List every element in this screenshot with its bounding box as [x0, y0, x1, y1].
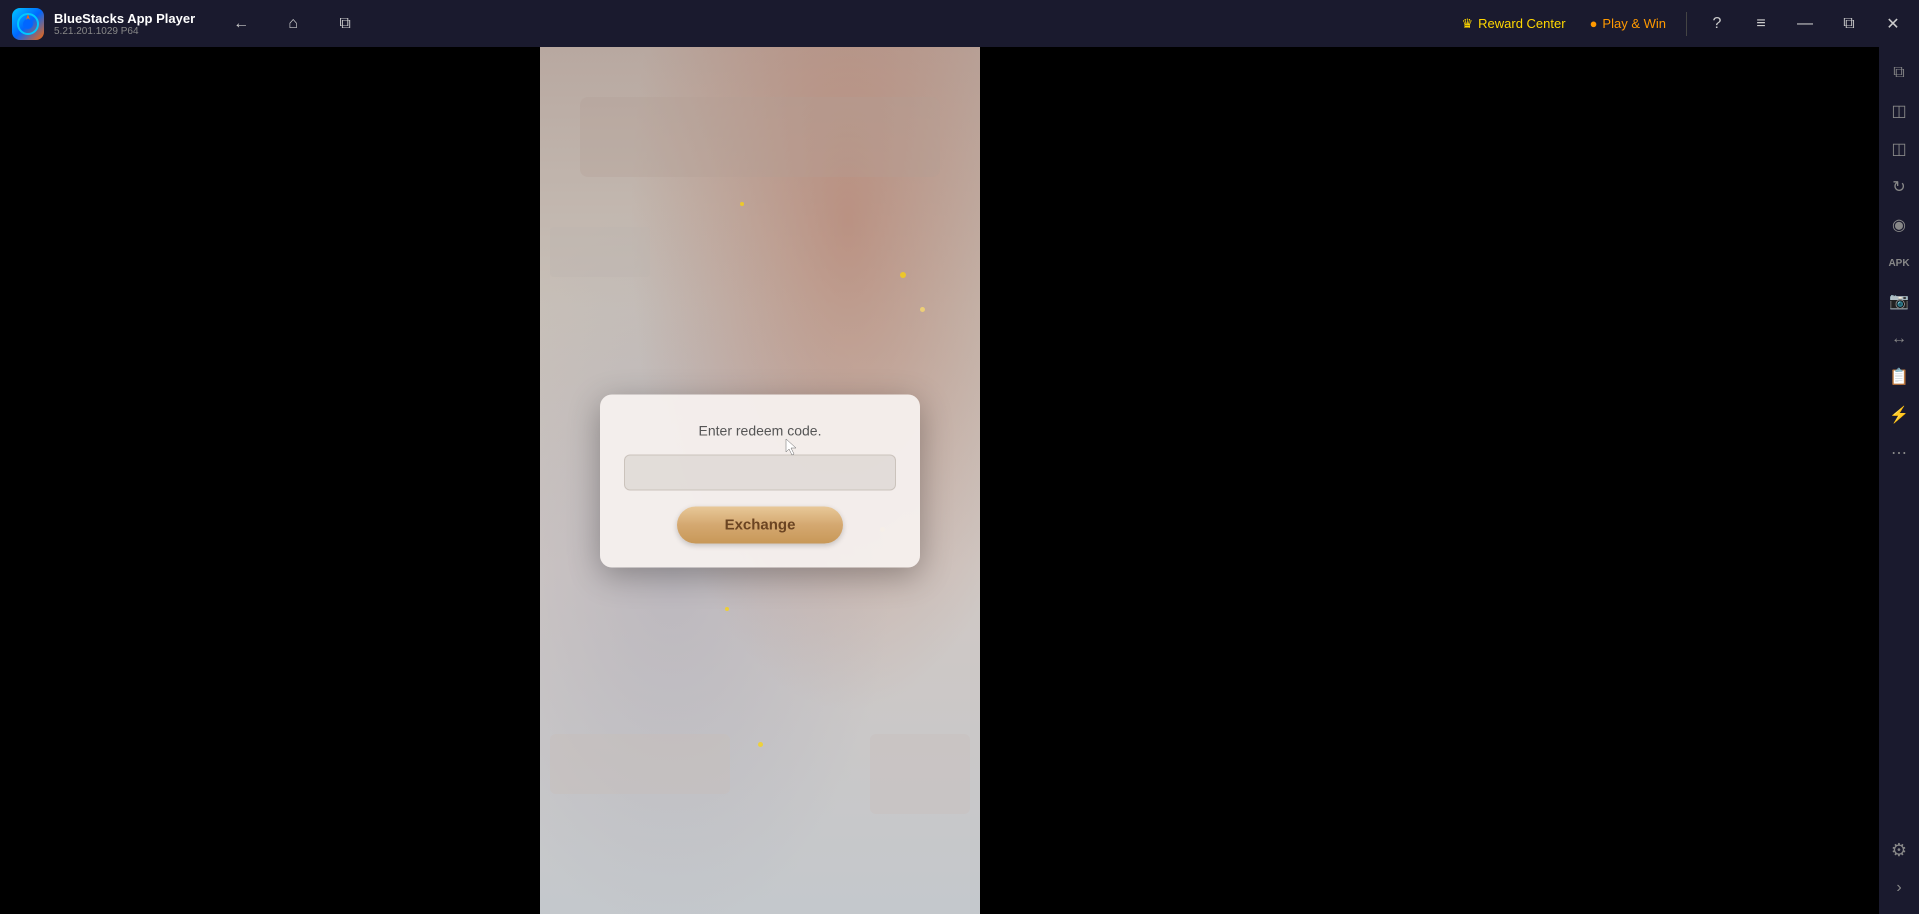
home-icon: ⌂	[288, 15, 298, 33]
coin-icon: ●	[1590, 16, 1598, 31]
redeem-dialog: Enter redeem code. Exchange	[600, 394, 920, 567]
title-bar-nav: ← ⌂ ⧉	[207, 6, 379, 42]
sidebar-resize-button[interactable]: ↔	[1881, 321, 1917, 357]
sidebar-boost-button[interactable]: ⚡	[1881, 397, 1917, 433]
sidebar-rotate-button[interactable]: ↻	[1881, 169, 1917, 205]
apk-icon: APK	[1888, 258, 1909, 269]
main-area: Enter redeem code. Exchange	[0, 47, 1879, 914]
title-bar-right: ♛ Reward Center ● Play & Win ? ≡ — ⧉ ✕	[1445, 6, 1919, 42]
particle-5	[725, 607, 729, 611]
game-panel-bottom-right	[870, 734, 970, 814]
sidebar-clipboard-button[interactable]: 📋	[1881, 359, 1917, 395]
screenshot-icon: 📷	[1889, 291, 1909, 311]
crown-icon: ♛	[1461, 16, 1473, 32]
title-bar-left: BlueStacks App Player 5.21.201.1029 P64	[0, 8, 207, 40]
minimize-icon: —	[1797, 15, 1813, 33]
resize-icon: ↔	[1891, 330, 1907, 348]
media-icon: ◫	[1891, 139, 1906, 159]
sidebar-more-button[interactable]: ⋯	[1881, 435, 1917, 471]
sidebar-camera-button[interactable]: ◉	[1881, 207, 1917, 243]
menu-button[interactable]: ≡	[1743, 6, 1779, 42]
redeem-code-input[interactable]	[624, 454, 896, 490]
particle-6	[758, 742, 763, 747]
game-small-panel	[550, 227, 650, 277]
app-version: 5.21.201.1029 P64	[54, 26, 195, 37]
copy-icon: ⧉	[339, 15, 350, 33]
help-icon: ?	[1713, 15, 1722, 33]
close-button[interactable]: ✕	[1875, 6, 1911, 42]
game-panel-bottom-left	[550, 734, 730, 794]
back-icon: ←	[233, 15, 249, 33]
sidebar-settings-button[interactable]: ⚙	[1881, 832, 1917, 868]
expand-icon: ⧉	[1893, 64, 1904, 82]
gear-icon: ⚙	[1891, 840, 1907, 861]
boost-icon: ⚡	[1889, 405, 1909, 425]
right-sidebar: ⧉ ◫ ◫ ↻ ◉ APK 📷 ↔ 📋 ⚡ ⋯ ⚙ ›	[1879, 47, 1919, 914]
close-icon: ✕	[1886, 14, 1899, 34]
title-bar: BlueStacks App Player 5.21.201.1029 P64 …	[0, 0, 1919, 47]
divider	[1686, 12, 1687, 36]
screen-icon: ◫	[1891, 101, 1906, 121]
sidebar-collapse-button[interactable]: ›	[1881, 870, 1917, 906]
app-name: BlueStacks App Player	[54, 11, 195, 26]
app-name-block: BlueStacks App Player 5.21.201.1029 P64	[54, 11, 195, 37]
sidebar-screenshot-button[interactable]: 📷	[1881, 283, 1917, 319]
restore-button[interactable]: ⧉	[1831, 6, 1867, 42]
game-viewport: Enter redeem code. Exchange	[540, 47, 980, 914]
clipboard-icon: 📋	[1889, 367, 1909, 387]
play-win-button[interactable]: ● Play & Win	[1582, 12, 1674, 35]
home-button[interactable]: ⌂	[275, 6, 311, 42]
menu-icon: ≡	[1756, 15, 1765, 33]
back-button[interactable]: ←	[223, 6, 259, 42]
exchange-button[interactable]: Exchange	[677, 506, 844, 543]
more-icon: ⋯	[1891, 443, 1907, 463]
rotate-icon: ↻	[1892, 177, 1905, 197]
app-logo	[12, 8, 44, 40]
particle-2	[900, 272, 906, 278]
play-win-label: Play & Win	[1602, 16, 1666, 31]
reward-center-button[interactable]: ♛ Reward Center	[1453, 12, 1573, 36]
help-button[interactable]: ?	[1699, 6, 1735, 42]
restore-icon: ⧉	[1843, 15, 1854, 33]
minimize-button[interactable]: —	[1787, 6, 1823, 42]
sidebar-expand-button[interactable]: ⧉	[1881, 55, 1917, 91]
game-panel-top	[580, 97, 940, 177]
sidebar-media-button[interactable]: ◫	[1881, 131, 1917, 167]
reward-center-label: Reward Center	[1478, 16, 1565, 31]
particle-3	[920, 307, 925, 312]
sidebar-screen-button[interactable]: ◫	[1881, 93, 1917, 129]
chevron-right-icon: ›	[1896, 879, 1901, 897]
redeem-title: Enter redeem code.	[699, 422, 822, 438]
particle-1	[740, 202, 744, 206]
copy-button[interactable]: ⧉	[327, 6, 363, 42]
sidebar-apk-button[interactable]: APK	[1881, 245, 1917, 281]
camera-icon: ◉	[1892, 215, 1906, 235]
